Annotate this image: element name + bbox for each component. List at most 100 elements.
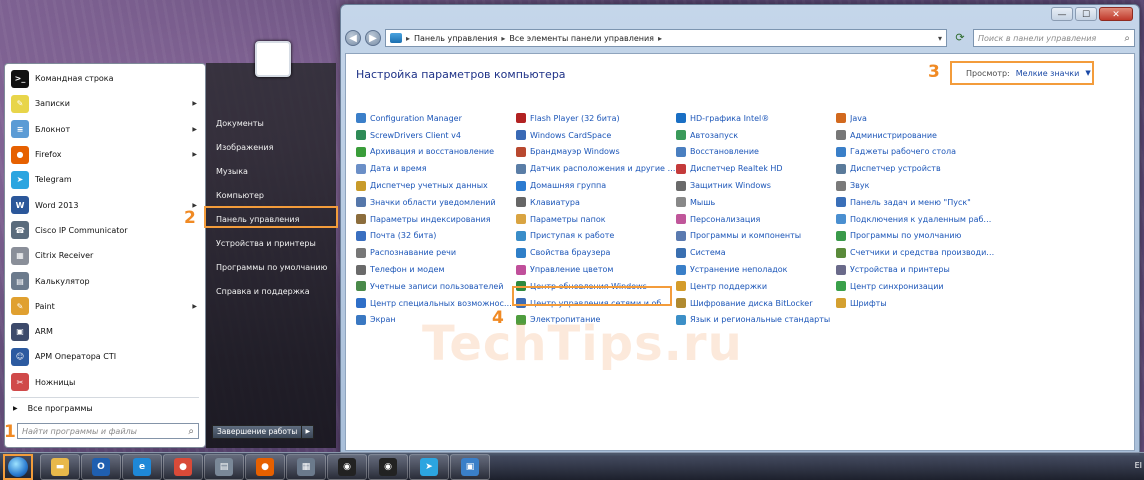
view-selector[interactable]: Просмотр: Мелкие значки ▼ — [950, 61, 1094, 85]
program-item[interactable]: ☎ Cisco IP Communicator — [7, 218, 203, 243]
list-item[interactable]: Шрифты — [836, 295, 996, 312]
list-item[interactable]: Configuration Manager — [356, 110, 516, 127]
list-item[interactable]: Счетчики и средства производител... — [836, 244, 996, 261]
shutdown-button[interactable]: Завершение работы — [212, 425, 303, 439]
program-item[interactable]: ☺ АРМ Оператора CTI — [7, 344, 203, 369]
taskbar: ▬ O e ● ▤ ● ▦ ◉ ◉ ➤ ▣ EI — [0, 452, 1144, 480]
list-item[interactable]: Распознавание речи — [356, 244, 516, 261]
list-item[interactable]: Брандмауэр Windows — [516, 144, 676, 161]
user-picture[interactable] — [255, 41, 291, 77]
address-dropdown-icon[interactable]: ▾ — [938, 34, 942, 43]
list-item[interactable]: Персонализация — [676, 211, 836, 228]
places-devices-printers[interactable]: Устройства и принтеры — [216, 231, 327, 255]
program-item[interactable]: W Word 2013 ▶ — [7, 192, 203, 217]
list-item[interactable]: Архивация и восстановление — [356, 144, 516, 161]
places-documents[interactable]: Документы — [216, 111, 327, 135]
list-item[interactable]: Диспетчер учетных данных — [356, 177, 516, 194]
list-item[interactable]: Учетные записи пользователей — [356, 278, 516, 295]
list-item[interactable]: Программы и компоненты — [676, 228, 836, 245]
list-item[interactable]: Автозапуск — [676, 127, 836, 144]
minimize-button[interactable]: — — [1051, 7, 1073, 21]
list-item[interactable]: Домашняя группа — [516, 177, 676, 194]
all-programs-button[interactable]: ▶ Все программы — [5, 400, 205, 418]
control-panel-search[interactable]: Поиск в панели управления ⌕ — [973, 29, 1135, 47]
list-item[interactable]: Шифрование диска BitLocker — [676, 295, 836, 312]
list-item[interactable]: Параметры индексирования — [356, 211, 516, 228]
list-item[interactable]: Система — [676, 244, 836, 261]
list-item[interactable]: Устранение неполадок — [676, 261, 836, 278]
places-pictures[interactable]: Изображения — [216, 135, 327, 159]
start-button[interactable] — [3, 454, 33, 480]
back-button[interactable]: ◀ — [345, 30, 361, 46]
start-search-box[interactable]: Найти программы и файлы ⌕ — [17, 423, 199, 439]
close-button[interactable]: ✕ — [1099, 7, 1133, 21]
cp-item-icon — [356, 163, 366, 174]
list-item[interactable]: Гаджеты рабочего стола — [836, 144, 996, 161]
taskbar-cti[interactable]: ◉ — [327, 454, 367, 480]
list-item[interactable]: Центр поддержки — [676, 278, 836, 295]
list-item[interactable]: Дата и время — [356, 160, 516, 177]
address-bar[interactable]: ▸ Панель управления ▸ Все элементы панел… — [385, 29, 947, 47]
taskbar-chrome[interactable]: ● — [163, 454, 203, 480]
program-item[interactable]: ✂ Ножницы — [7, 370, 203, 395]
list-item[interactable]: Центр синхронизации — [836, 278, 996, 295]
list-item[interactable]: HD-графика Intel® — [676, 110, 836, 127]
program-item[interactable]: >_ Командная строка — [7, 66, 203, 91]
list-item[interactable]: Диспетчер устройств — [836, 160, 996, 177]
forward-button[interactable]: ▶ — [365, 30, 381, 46]
view-value[interactable]: Мелкие значки — [1016, 69, 1080, 78]
list-item[interactable]: Почта (32 бита) — [356, 228, 516, 245]
program-item[interactable]: ▦ Citrix Receiver — [7, 243, 203, 268]
taskbar-cti-2[interactable]: ◉ — [368, 454, 408, 480]
list-item[interactable]: Звук — [836, 177, 996, 194]
program-item[interactable]: ≡ Блокнот ▶ — [7, 117, 203, 142]
shutdown-options-button[interactable]: ▶ — [302, 425, 315, 439]
start-search-input[interactable]: Найти программы и файлы — [22, 427, 188, 436]
list-item[interactable]: Администрирование — [836, 127, 996, 144]
list-item[interactable]: Значки области уведомлений — [356, 194, 516, 211]
breadcrumb-all-items[interactable]: Все элементы панели управления — [509, 34, 654, 43]
list-item[interactable]: Flash Player (32 бита) — [516, 110, 676, 127]
taskbar-explorer[interactable]: ▬ — [40, 454, 80, 480]
list-item[interactable]: Мышь — [676, 194, 836, 211]
list-item[interactable]: Датчик расположения и другие дат... — [516, 160, 676, 177]
taskbar-scanner[interactable]: ▤ — [204, 454, 244, 480]
list-item[interactable]: Телефон и модем — [356, 261, 516, 278]
list-item[interactable]: Устройства и принтеры — [836, 261, 996, 278]
list-item[interactable]: Приступая к работе — [516, 228, 676, 245]
places-help[interactable]: Справка и поддержка — [216, 280, 327, 304]
maximize-button[interactable]: ☐ — [1075, 7, 1097, 21]
program-item[interactable]: ▤ Калькулятор — [7, 268, 203, 293]
list-item[interactable]: Восстановление — [676, 144, 836, 161]
list-item[interactable]: Параметры папок — [516, 211, 676, 228]
list-item[interactable]: Подключения к удаленным рабоч... — [836, 211, 996, 228]
refresh-button[interactable]: ⟳ — [951, 29, 969, 47]
list-item[interactable]: Windows CardSpace — [516, 127, 676, 144]
places-music[interactable]: Музыка — [216, 159, 327, 183]
list-item[interactable]: Диспетчер Realtek HD — [676, 160, 836, 177]
list-item[interactable]: Защитник Windows — [676, 177, 836, 194]
program-item[interactable]: ✎ Paint ▶ — [7, 294, 203, 319]
search-input[interactable]: Поиск в панели управления — [978, 34, 1124, 43]
program-item[interactable]: ➤ Telegram — [7, 167, 203, 192]
list-item[interactable]: Клавиатура — [516, 194, 676, 211]
taskbar-firefox[interactable]: ● — [245, 454, 285, 480]
taskbar-telegram[interactable]: ➤ — [409, 454, 449, 480]
list-item[interactable]: Панель задач и меню "Пуск" — [836, 194, 996, 211]
places-computer[interactable]: Компьютер — [216, 183, 327, 207]
taskbar-remote-desktop[interactable]: ▣ — [450, 454, 490, 480]
taskbar-ie[interactable]: e — [122, 454, 162, 480]
list-item[interactable]: ScrewDrivers Client v4 — [356, 127, 516, 144]
program-item[interactable]: ● Firefox ▶ — [7, 142, 203, 167]
list-item[interactable]: Свойства браузера — [516, 244, 676, 261]
list-item[interactable]: Управление цветом — [516, 261, 676, 278]
program-item[interactable]: ✎ Записки ▶ — [7, 91, 203, 116]
tray-language[interactable]: EI — [1135, 461, 1142, 470]
taskbar-outlook[interactable]: O — [81, 454, 121, 480]
taskbar-calculator[interactable]: ▦ — [286, 454, 326, 480]
places-default-programs[interactable]: Программы по умолчанию — [216, 256, 327, 280]
program-item[interactable]: ▣ ARM — [7, 319, 203, 344]
list-item[interactable]: Программы по умолчанию — [836, 228, 996, 245]
list-item[interactable]: Java — [836, 110, 996, 127]
breadcrumb-control-panel[interactable]: Панель управления — [414, 34, 497, 43]
